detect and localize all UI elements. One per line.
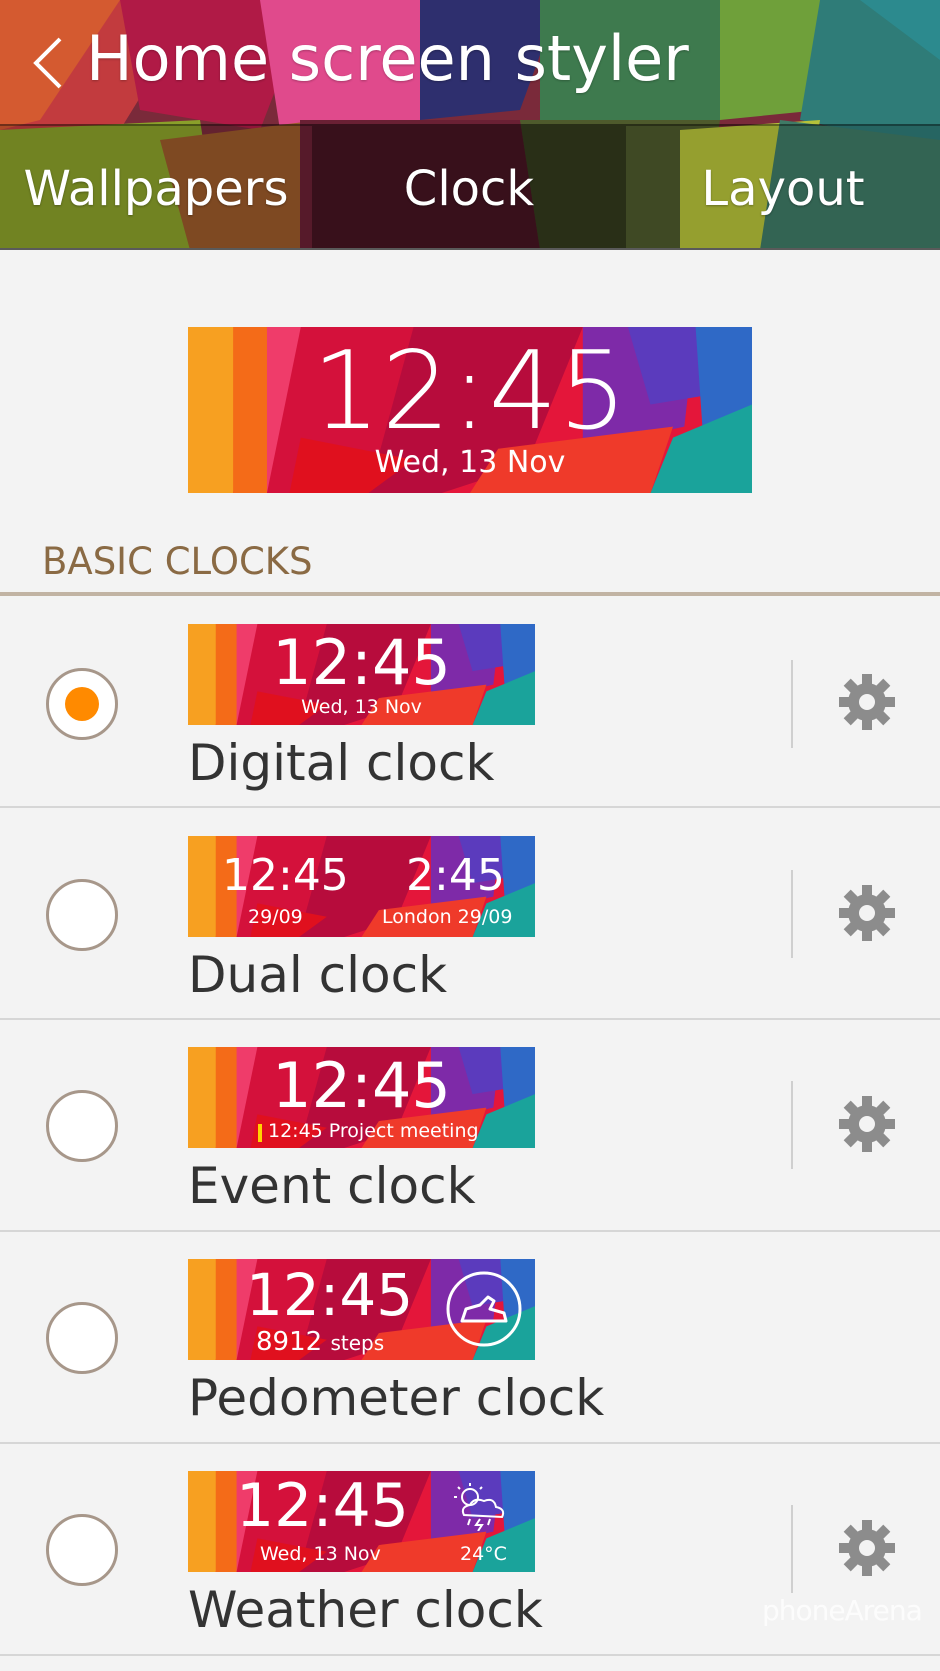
storm-cloud-icon xyxy=(454,1483,505,1531)
thumb-time: 12:45 xyxy=(236,1471,409,1541)
row-divider xyxy=(791,660,793,748)
gear-icon[interactable] xyxy=(836,1093,898,1155)
thumb-time: 12:45 xyxy=(246,1261,414,1329)
radio-selected-dot xyxy=(65,687,99,721)
clock-label: Weather clock xyxy=(188,1581,543,1639)
preview-date: Wed, 13 Nov xyxy=(374,445,566,480)
tab-wallpapers[interactable]: Wallpapers xyxy=(0,126,312,250)
thumb-event: 12:45 Project meeting xyxy=(268,1120,479,1142)
thumb-date: Wed, 13 Nov xyxy=(260,1543,381,1565)
row-divider xyxy=(791,1081,793,1169)
clock-option-digital[interactable]: 12:45 Wed, 13 Nov Digital clock xyxy=(0,596,940,808)
tab-bar: Wallpapers Clock Layout xyxy=(0,124,940,250)
sneaker-icon xyxy=(446,1271,522,1347)
clock-thumbnail: 12:45 29/09 2:45 London 29/09 xyxy=(188,836,535,937)
clock-preview: 12:45 Wed, 13 Nov xyxy=(188,327,752,493)
thumb-time: 12:45 xyxy=(272,1049,451,1122)
section-title: BASIC CLOCKS xyxy=(42,540,313,583)
clock-thumbnail: 12:45 12:45 Project meeting xyxy=(188,1047,535,1148)
gear-icon[interactable] xyxy=(836,671,898,733)
preview-time: 12:45 xyxy=(311,329,629,454)
gear-icon[interactable] xyxy=(836,882,898,944)
thumb-time: 12:45 xyxy=(272,626,451,699)
clock-thumbnail: 12:45 8912 steps xyxy=(188,1259,535,1360)
clock-label: Dual clock xyxy=(188,946,448,1004)
tab-clock[interactable]: Clock xyxy=(312,126,626,250)
clock-thumbnail: 12:45 Wed, 13 Nov xyxy=(188,624,535,725)
thumb-steps: 8912 steps xyxy=(256,1327,384,1357)
row-divider xyxy=(791,870,793,958)
clock-option-dual[interactable]: 12:45 29/09 2:45 London 29/09 Dual clock xyxy=(0,808,940,1020)
steps-count: 8912 xyxy=(256,1327,323,1357)
page-title: Home screen styler xyxy=(86,22,689,95)
row-divider xyxy=(791,1505,793,1593)
chevron-left-icon xyxy=(33,37,62,89)
thumb-time-local: 12:45 xyxy=(222,850,349,901)
clock-thumbnail: 12:45 Wed, 13 Nov 24°C xyxy=(188,1471,535,1572)
radio-button[interactable] xyxy=(46,668,118,740)
thumb-time-remote: 2:45 xyxy=(406,850,505,901)
app-header: Home screen styler Wallpapers Clock Layo… xyxy=(0,0,940,250)
steps-unit: steps xyxy=(330,1331,385,1355)
clock-label: Pedometer clock xyxy=(188,1369,605,1427)
clock-option-event[interactable]: 12:45 12:45 Project meeting Event clock xyxy=(0,1020,940,1232)
gear-icon[interactable] xyxy=(836,1517,898,1579)
clock-label: Event clock xyxy=(188,1157,476,1215)
radio-button[interactable] xyxy=(46,879,118,951)
thumb-temperature: 24°C xyxy=(460,1543,507,1565)
thumb-date: Wed, 13 Nov xyxy=(301,696,422,718)
radio-button[interactable] xyxy=(46,1514,118,1586)
header-divider xyxy=(0,248,940,250)
radio-button[interactable] xyxy=(46,1302,118,1374)
clock-label: Digital clock xyxy=(188,734,495,792)
thumb-date-remote: London 29/09 xyxy=(382,906,513,928)
tab-layout[interactable]: Layout xyxy=(626,126,940,250)
radio-button[interactable] xyxy=(46,1090,118,1162)
thumb-date-local: 29/09 xyxy=(248,906,303,928)
back-button[interactable] xyxy=(18,30,78,96)
event-marker xyxy=(258,1124,262,1142)
clock-option-pedometer[interactable]: 12:45 8912 steps Pedometer clock xyxy=(0,1232,940,1444)
watermark-logo: phoneArena xyxy=(762,1594,923,1627)
